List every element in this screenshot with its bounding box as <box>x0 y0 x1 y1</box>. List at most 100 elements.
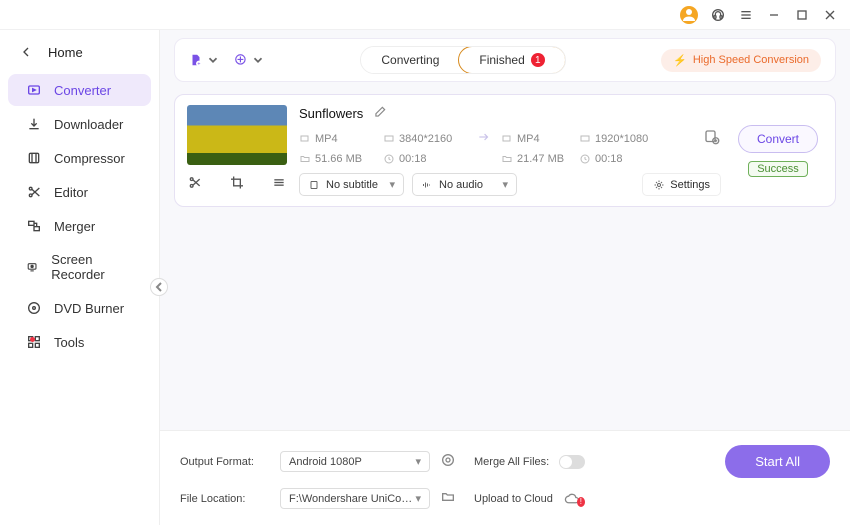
tab-converting[interactable]: Converting <box>361 47 459 73</box>
sidebar-item-label: Downloader <box>54 117 123 132</box>
sidebar: Home Converter Downloader Compressor Edi… <box>0 30 160 525</box>
account-icon[interactable] <box>680 6 698 24</box>
sidebar-item-label: Screen Recorder <box>51 252 133 282</box>
sidebar-item-tools[interactable]: Tools <box>8 326 151 358</box>
settings-label: Settings <box>670 179 710 191</box>
clock-icon <box>579 153 591 165</box>
thumbnail[interactable] <box>187 105 287 165</box>
cloud-upload-icon[interactable]: ! <box>563 491 585 507</box>
more-icon[interactable] <box>271 173 287 192</box>
sidebar-item-label: Merger <box>54 219 95 234</box>
recorder-icon <box>26 259 39 275</box>
sidebar-item-screen-recorder[interactable]: Screen Recorder <box>8 244 151 290</box>
success-badge: Success <box>748 161 808 177</box>
output-format-select[interactable]: Android 1080P▾ <box>280 451 430 472</box>
output-format-label: Output Format: <box>180 456 270 468</box>
merge-toggle[interactable] <box>559 455 585 469</box>
collapse-handle[interactable] <box>150 278 168 296</box>
convert-button[interactable]: Convert <box>738 125 818 153</box>
close-button[interactable] <box>822 7 838 23</box>
file-location-select[interactable]: F:\Wondershare UniConverter 1▾ <box>280 488 430 509</box>
svg-text:+: + <box>197 61 200 67</box>
sidebar-item-dvd-burner[interactable]: DVD Burner <box>8 292 151 324</box>
audio-select[interactable]: No audio ▾ <box>412 173 517 196</box>
main-panel: + Converting Finished 1 ⚡ High Speed Con… <box>160 30 850 525</box>
converter-icon <box>26 82 42 98</box>
maximize-button[interactable] <box>794 7 810 23</box>
tab-label: Finished <box>479 53 524 67</box>
trim-icon[interactable] <box>187 173 203 192</box>
folder-icon <box>299 153 311 165</box>
merger-icon <box>26 218 42 234</box>
chevron-down-icon: ▾ <box>415 455 421 468</box>
output-settings-icon[interactable] <box>703 128 721 149</box>
file-location-label: File Location: <box>180 493 270 505</box>
subtitle-value: No subtitle <box>326 179 378 191</box>
subtitle-icon <box>308 179 320 191</box>
dst-res: 1920*1080 <box>595 133 648 145</box>
audio-icon <box>421 179 433 191</box>
sidebar-item-compressor[interactable]: Compressor <box>8 142 151 174</box>
audio-value: No audio <box>439 179 483 191</box>
video-icon <box>501 133 513 145</box>
chevron-down-icon: ▾ <box>389 178 395 191</box>
status-tabs: Converting Finished 1 <box>360 46 565 74</box>
toolbar: + Converting Finished 1 ⚡ High Speed Con… <box>174 38 836 82</box>
file-title: Sunflowers <box>299 106 363 121</box>
footer: Output Format: Android 1080P▾ Merge All … <box>160 430 850 525</box>
warning-badge: ! <box>577 497 585 507</box>
sidebar-item-converter[interactable]: Converter <box>8 74 151 106</box>
arrow-right-icon <box>475 130 493 147</box>
finished-count-badge: 1 <box>531 53 545 67</box>
src-format: MP4 <box>315 133 338 145</box>
sidebar-item-label: DVD Burner <box>54 301 124 316</box>
high-speed-label: High Speed Conversion <box>693 54 809 66</box>
support-icon[interactable] <box>710 7 726 23</box>
video-icon <box>299 133 311 145</box>
home-label: Home <box>48 45 83 60</box>
sidebar-item-label: Converter <box>54 83 111 98</box>
upload-label: Upload to Cloud <box>474 493 553 505</box>
tools-icon <box>26 334 42 350</box>
tab-finished[interactable]: Finished 1 <box>458 46 565 74</box>
chevron-down-icon: ▾ <box>415 492 421 505</box>
sidebar-item-label: Editor <box>54 185 88 200</box>
folder-icon <box>501 153 513 165</box>
preset-icon[interactable] <box>440 452 456 471</box>
minimize-button[interactable] <box>766 7 782 23</box>
chevron-down-icon: ▾ <box>502 178 508 191</box>
gear-icon <box>653 179 665 191</box>
sidebar-item-downloader[interactable]: Downloader <box>8 108 151 140</box>
add-url-button[interactable] <box>234 53 265 67</box>
chevron-left-icon <box>18 44 34 60</box>
dst-size: 21.47 MB <box>517 153 564 165</box>
merge-label: Merge All Files: <box>474 456 549 468</box>
scissors-icon <box>26 184 42 200</box>
file-card: Sunflowers MP4 3840*2160 MP4 1920*1080 5… <box>174 94 836 207</box>
sidebar-item-editor[interactable]: Editor <box>8 176 151 208</box>
disc-icon <box>26 300 42 316</box>
sidebar-item-label: Tools <box>54 335 84 350</box>
bolt-icon: ⚡ <box>673 54 687 67</box>
compressor-icon <box>26 150 42 166</box>
subtitle-select[interactable]: No subtitle ▾ <box>299 173 404 196</box>
edit-title-icon[interactable] <box>373 105 387 122</box>
start-all-button[interactable]: Start All <box>725 445 830 478</box>
settings-button[interactable]: Settings <box>642 173 721 196</box>
sidebar-item-merger[interactable]: Merger <box>8 210 151 242</box>
sidebar-item-label: Compressor <box>54 151 125 166</box>
open-folder-icon[interactable] <box>440 489 456 508</box>
add-file-button[interactable]: + <box>189 53 220 67</box>
src-size: 51.66 MB <box>315 153 362 165</box>
clock-icon <box>383 153 395 165</box>
titlebar <box>0 0 850 30</box>
dst-format: MP4 <box>517 133 540 145</box>
home-back[interactable]: Home <box>0 36 159 68</box>
menu-icon[interactable] <box>738 7 754 23</box>
resolution-icon <box>383 133 395 145</box>
tab-label: Converting <box>381 53 439 67</box>
resolution-icon <box>579 133 591 145</box>
crop-icon[interactable] <box>229 173 245 192</box>
high-speed-badge[interactable]: ⚡ High Speed Conversion <box>661 49 821 72</box>
src-res: 3840*2160 <box>399 133 452 145</box>
